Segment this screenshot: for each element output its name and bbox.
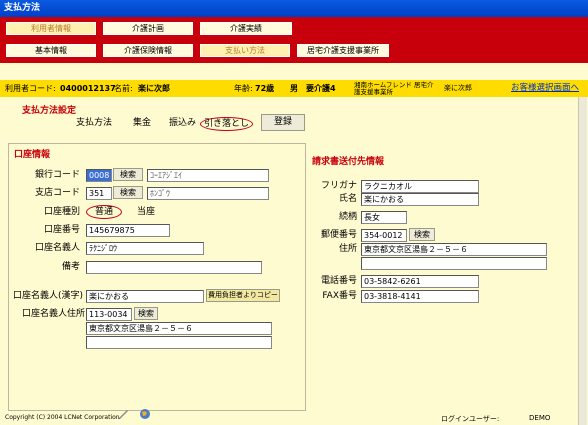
branch-code-input[interactable]: 351 — [86, 187, 112, 200]
register-button[interactable]: 登録 — [261, 114, 305, 131]
nav-care-plan[interactable]: 介護計画 — [103, 22, 193, 35]
fax-input[interactable]: 03-3818-4141 — [361, 290, 479, 303]
holder-kanji-input[interactable]: 楽にかおる — [86, 290, 204, 303]
payment-method-label: 支払方法 — [76, 118, 113, 128]
staff-name: 楽に次郎 — [444, 84, 472, 92]
vertical-scrollbar[interactable] — [578, 97, 587, 425]
tel-label: 電話番号 — [320, 276, 357, 286]
user-info-bar: 利用者コード: 0400012137 名前: 楽に次郎 年齢: 72歳 男 要介… — [0, 80, 588, 97]
user-code-label: 利用者コード: — [5, 84, 56, 93]
remarks-label: 備考 — [61, 262, 80, 272]
billing-zip-input[interactable]: 354-0012 — [361, 229, 407, 242]
login-user-name: DEMO — [529, 414, 551, 422]
pencil-icon — [118, 409, 129, 419]
nav-payment-method[interactable]: 支払い方法 — [200, 44, 290, 57]
furigana-input[interactable]: ラクニカオル — [361, 180, 479, 193]
branch-search-button[interactable]: 検索 — [113, 186, 143, 199]
fax-label: FAX番号 — [322, 291, 357, 301]
holder-zip-input[interactable]: 113-0034 — [86, 308, 132, 321]
relation-input[interactable]: 長女 — [361, 211, 407, 224]
nav-care-office[interactable]: 居宅介護支援事業所 — [297, 44, 389, 57]
account-holder-input[interactable]: ﾗｸﾆｼﾞﾛｳ — [86, 242, 204, 255]
account-info-panel — [8, 143, 306, 411]
nav-user-info[interactable]: 利用者情報 — [6, 22, 96, 35]
bank-code-input[interactable]: 0008 — [86, 169, 112, 182]
bank-search-button[interactable]: 検索 — [113, 168, 143, 181]
billing-zip-search-button[interactable]: 検索 — [409, 228, 435, 241]
furigana-label: フリガナ — [320, 181, 357, 191]
payment-option-debit[interactable]: 引き落とし — [200, 117, 254, 131]
branch-name-input[interactable]: ﾎﾝｺﾞｳ — [147, 187, 269, 200]
user-code: 0400012137 — [60, 84, 116, 93]
billing-address-input-1[interactable]: 東京都文京区湯島２－５－６ — [361, 243, 547, 256]
user-name-label: 名前: — [114, 84, 133, 93]
office-name: 湘南ホームフレンド 居宅介護支援事業所 — [354, 81, 434, 96]
nav-basic-info[interactable]: 基本情報 — [6, 44, 96, 57]
login-user-label: ログインユーザー: — [441, 415, 500, 423]
tel-input[interactable]: 03-5842-6261 — [361, 275, 479, 288]
billing-name-input[interactable]: 楽にかおる — [361, 193, 479, 206]
age-label: 年齢: — [234, 84, 253, 93]
branch-code-label: 支店コード — [34, 188, 80, 198]
remarks-input[interactable] — [86, 261, 262, 274]
payment-option-collection[interactable]: 集金 — [133, 117, 151, 130]
nav-care-record[interactable]: 介護実績 — [200, 22, 292, 35]
billing-section-title: 請求書送付先情報 — [312, 157, 385, 167]
age-value: 72歳 — [255, 84, 275, 93]
customer-select-link[interactable]: お客様選択画面へ — [511, 80, 579, 97]
care-level: 要介護4 — [306, 84, 336, 93]
gender-value: 男 — [290, 84, 298, 93]
payment-section-title: 支払方法設定 — [22, 106, 77, 116]
account-type-label: 口座種別 — [43, 207, 80, 217]
holder-kanji-label: 口座名義人(漢字) — [13, 291, 84, 301]
bank-name-input[interactable]: ｺｰｴｱｼﾞｴｲ — [147, 169, 269, 182]
account-holder-label: 口座名義人 — [34, 243, 80, 253]
window-title: 支払方法 — [4, 3, 41, 13]
account-section-title: 口座情報 — [14, 150, 51, 160]
account-number-input[interactable]: 145679875 — [86, 224, 170, 237]
menu-bar: 利用者情報 介護計画 介護実績 基本情報 介護保険情報 支払い方法 居宅介護支援… — [0, 17, 588, 63]
billing-address-label: 住所 — [338, 244, 357, 254]
payment-option-transfer[interactable]: 振込み — [169, 117, 196, 130]
copy-from-payer-button[interactable]: 費用負担者よりコピー — [206, 289, 280, 302]
bank-code-label: 銀行コード — [34, 170, 80, 180]
account-number-label: 口座番号 — [43, 225, 80, 235]
nav-insurance-info[interactable]: 介護保険情報 — [103, 44, 193, 57]
copyright-text: Copyright (C) 2004 LCNet Corporation — [5, 414, 120, 421]
globe-icon — [139, 408, 151, 420]
account-type-ordinary[interactable]: 普通 — [86, 205, 123, 219]
holder-address-input-2[interactable] — [86, 336, 272, 349]
user-name: 楽に次郎 — [138, 84, 170, 93]
billing-address-input-2[interactable] — [361, 257, 547, 270]
billing-name-label: 氏名 — [338, 194, 357, 204]
holder-address-label: 口座名義人住所 — [22, 309, 86, 319]
holder-zip-search-button[interactable]: 検索 — [134, 307, 158, 320]
billing-zip-label: 郵便番号 — [320, 230, 357, 240]
account-type-current[interactable]: 当座 — [137, 206, 155, 219]
relation-label: 続柄 — [338, 212, 357, 222]
window-title-bar: 支払方法 — [0, 0, 588, 17]
holder-address-input-1[interactable]: 東京都文京区湯島２－５－６ — [86, 322, 272, 335]
